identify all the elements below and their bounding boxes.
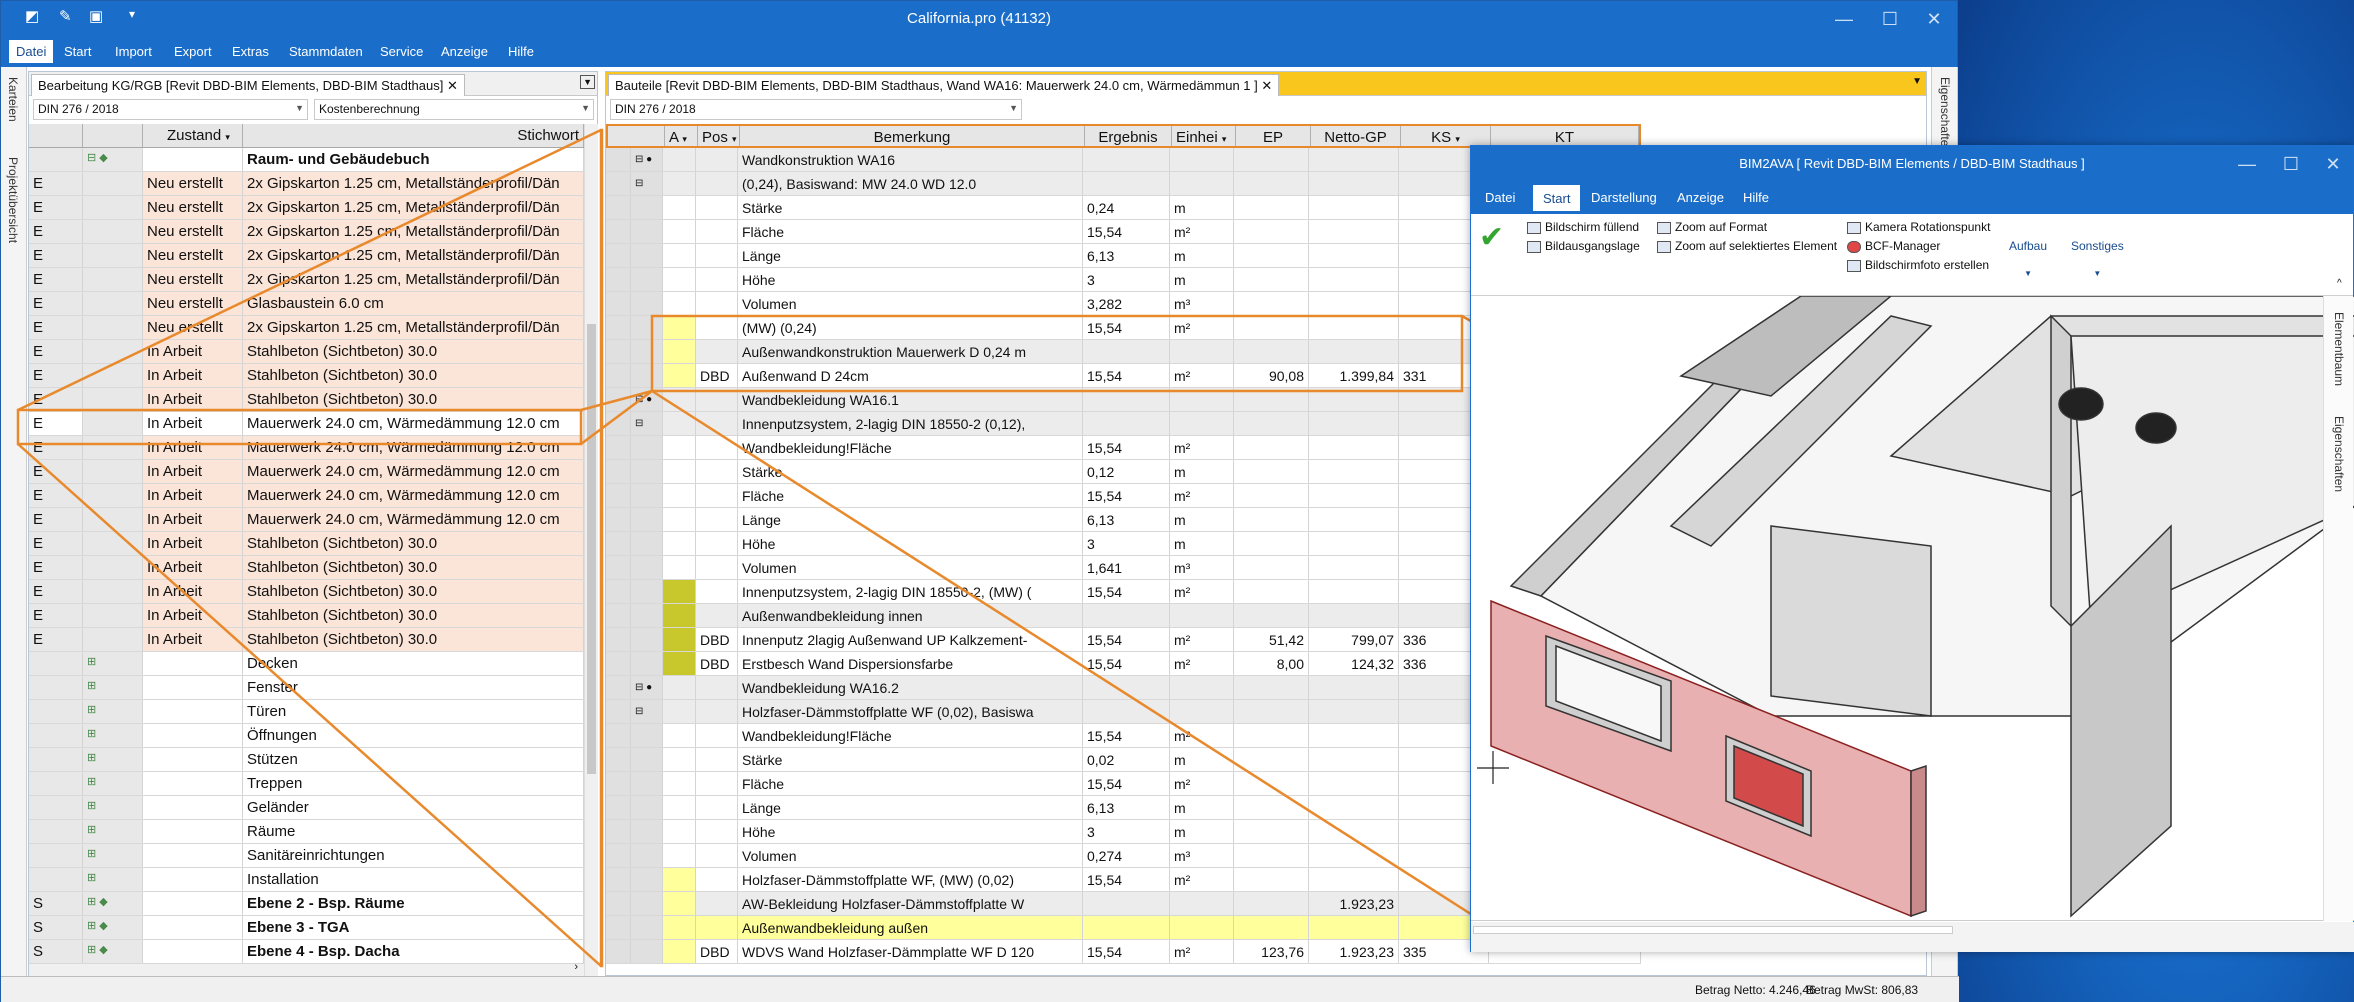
maximize-icon[interactable]: ☐ (2271, 150, 2311, 178)
start-view-icon (1527, 240, 1541, 253)
bim-tab-darstellung[interactable]: Darstellung (1591, 190, 1657, 205)
bcf-icon (1847, 240, 1861, 253)
collapse-ribbon-icon[interactable]: ^ (2337, 278, 2342, 289)
bim-ribbon: ✔ Bildschirm füllend Bildausgangslage Zo… (1471, 214, 2353, 296)
selected-row-highlight (16, 408, 583, 446)
crosshair-cursor (1477, 751, 1509, 784)
zoom-format-icon (1657, 221, 1671, 234)
model-wall (2050, 314, 2072, 628)
bim-tab-datei[interactable]: Datei (1485, 190, 1515, 205)
fill-screen-icon (1527, 221, 1541, 234)
fill-screen-button[interactable]: Bildschirm füllend (1527, 220, 1639, 234)
bim-window: BIM2AVA [ Revit DBD-BIM Elements / DBD-B… (1470, 145, 2354, 952)
zoom-format-button[interactable]: Zoom auf Format (1657, 220, 1767, 234)
chevron-down-icon: ▼ (2093, 269, 2102, 278)
camera-rotation-button[interactable]: Kamera Rotationspunkt (1847, 220, 1990, 234)
sonstiges-label: Sonstiges (2071, 239, 2124, 253)
bim-tab-hilfe[interactable]: Hilfe (1743, 190, 1769, 205)
connector-line (17, 443, 602, 967)
close-icon[interactable]: ✕ (2313, 150, 2353, 178)
minimize-icon[interactable]: — (2227, 150, 2267, 178)
bim-horizontal-scrollbar[interactable] (1473, 926, 1953, 934)
bim-title: BIM2AVA [ Revit DBD-BIM Elements / DBD-B… (1471, 146, 2353, 182)
model-fixture (2135, 412, 2177, 444)
bcf-label: BCF-Manager (1865, 239, 1941, 253)
zoom-selected-icon (1657, 240, 1671, 253)
connector-line (17, 128, 602, 412)
zoom-selected-button[interactable]: Zoom auf selektiertes Element (1657, 239, 1837, 253)
eigenschaften-tab[interactable]: Eigenschaften (2332, 416, 2346, 492)
bim-tab-start[interactable]: Start (1533, 185, 1581, 211)
aufbau-menu[interactable]: Aufbau ▼ (2009, 239, 2047, 278)
selected-wall-edge (1910, 764, 1927, 918)
start-view-button[interactable]: Bildausgangslage (1527, 239, 1640, 253)
connector-line (651, 389, 1489, 927)
start-view-label: Bildausgangslage (1545, 239, 1640, 253)
bim-tabbar: Datei Start Darstellung Anzeige Hilfe (1471, 182, 2353, 214)
connector-line (599, 128, 604, 968)
model-wall (1770, 525, 1932, 717)
elementbaum-tab[interactable]: Elementbaum (2332, 312, 2346, 386)
bcf-manager-button[interactable]: BCF-Manager (1847, 239, 1940, 253)
3d-viewport[interactable] (1471, 296, 2354, 921)
bim-tab-anzeige[interactable]: Anzeige (1677, 190, 1724, 205)
chevron-down-icon: ▼ (2024, 269, 2032, 278)
bim-status-area (1471, 922, 2354, 952)
aufbau-label: Aufbau (2009, 239, 2048, 253)
screenshot-label: Bildschirmfoto erstellen (1865, 258, 1990, 272)
bim-side-strip: Elementbaum Eigenschaften (2323, 296, 2353, 921)
sonstiges-menu[interactable]: Sonstiges ▼ (2071, 239, 2124, 278)
zoom-selected-label: Zoom auf selektiertes Element (1675, 239, 1838, 253)
model-fixture (2058, 387, 2104, 421)
fill-screen-label: Bildschirm füllend (1545, 220, 1640, 234)
building-model (1477, 296, 2354, 918)
checkmark-icon[interactable]: ✔ (1479, 220, 1504, 255)
screenshot-icon (1847, 259, 1861, 272)
screenshot-button[interactable]: Bildschirmfoto erstellen (1847, 258, 1989, 272)
zoom-format-label: Zoom auf Format (1675, 220, 1768, 234)
wall-construction-highlight (650, 314, 1464, 393)
camera-icon (1847, 221, 1861, 234)
connector-line (580, 389, 653, 446)
camera-label: Kamera Rotationspunkt (1865, 220, 1991, 234)
